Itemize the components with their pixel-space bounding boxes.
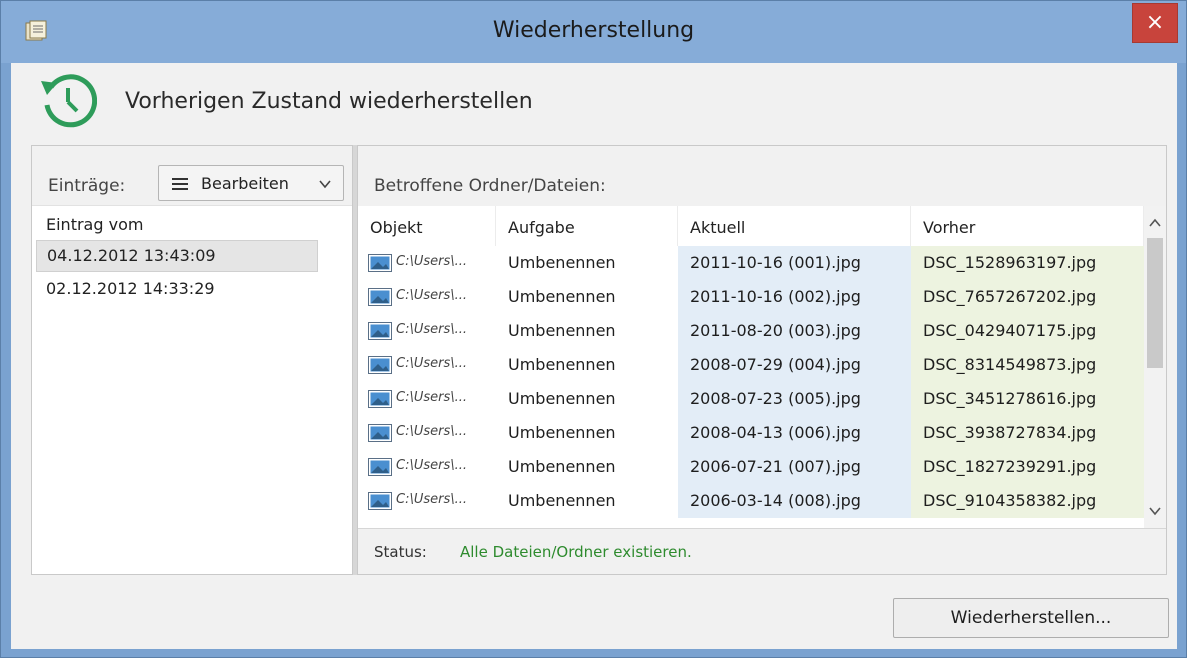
entries-panel: Einträge: Bearbeiten Eintrag vom 04.12.2… bbox=[31, 145, 353, 575]
title-bar[interactable]: Wiederherstellung × bbox=[1, 1, 1186, 63]
table-row[interactable]: C:\Users\... Umbenennen 2008-07-23 (005).j… bbox=[358, 382, 1144, 416]
edit-dropdown-button[interactable]: Bearbeiten bbox=[158, 165, 344, 201]
files-table: Objekt Aufgabe Aktuell Vorher C:\Users\.… bbox=[358, 206, 1166, 528]
table-row[interactable]: C:\Users\... Umbenennen 2011-10-16 (002).j… bbox=[358, 280, 1144, 314]
previous-name-cell: DSC_8314549873.jpg bbox=[911, 348, 1144, 382]
object-cell: C:\Users\... bbox=[358, 348, 496, 382]
object-path: C:\Users\... bbox=[396, 322, 468, 337]
image-file-icon bbox=[368, 356, 392, 374]
image-file-icon bbox=[368, 322, 392, 340]
previous-name-cell: DSC_1528963197.jpg bbox=[911, 246, 1144, 280]
close-button[interactable]: × bbox=[1132, 3, 1178, 43]
object-cell: C:\Users\... bbox=[358, 382, 496, 416]
task-cell: Umbenennen bbox=[508, 389, 616, 408]
scroll-thumb[interactable] bbox=[1147, 238, 1163, 368]
affected-files-title: Betroffene Ordner/Dateien: bbox=[374, 176, 606, 196]
image-file-icon bbox=[368, 254, 392, 272]
object-cell: C:\Users\... bbox=[358, 484, 496, 518]
restore-dialog: Wiederherstellung × Vorherigen Zustand w… bbox=[0, 0, 1187, 658]
object-cell: C:\Users\... bbox=[358, 450, 496, 484]
previous-name-cell: DSC_7657267202.jpg bbox=[911, 280, 1144, 314]
task-cell: Umbenennen bbox=[508, 321, 616, 340]
object-path: C:\Users\... bbox=[396, 424, 468, 439]
entries-label: Einträge: bbox=[48, 176, 126, 196]
image-file-icon bbox=[368, 288, 392, 306]
vertical-scrollbar[interactable] bbox=[1144, 206, 1166, 528]
object-path: C:\Users\... bbox=[396, 254, 468, 269]
entries-toolbar: Einträge: Bearbeiten bbox=[32, 146, 352, 206]
dialog-body: Vorherigen Zustand wiederherstellen Eint… bbox=[11, 63, 1177, 649]
status-bar: Status: Alle Dateien/Ordner existieren. bbox=[358, 528, 1166, 574]
column-header-task[interactable]: Aufgabe bbox=[496, 206, 678, 246]
column-header-current[interactable]: Aktuell bbox=[678, 206, 911, 246]
image-file-icon bbox=[368, 424, 392, 442]
task-cell: Umbenennen bbox=[508, 491, 616, 510]
image-file-icon bbox=[368, 390, 392, 408]
current-name-cell: 2006-07-21 (007).jpg bbox=[678, 450, 911, 484]
object-cell: C:\Users\... bbox=[358, 246, 496, 280]
task-cell: Umbenennen bbox=[508, 355, 616, 374]
header-title: Vorherigen Zustand wiederherstellen bbox=[125, 89, 533, 114]
previous-name-cell: DSC_0429407175.jpg bbox=[911, 314, 1144, 348]
object-path: C:\Users\... bbox=[396, 492, 468, 507]
scroll-down-icon[interactable] bbox=[1149, 506, 1161, 516]
column-header-object[interactable]: Objekt bbox=[358, 206, 496, 246]
current-name-cell: 2011-10-16 (001).jpg bbox=[678, 246, 911, 280]
current-name-cell: 2011-08-20 (003).jpg bbox=[678, 314, 911, 348]
history-icon bbox=[41, 74, 97, 128]
restore-button[interactable]: Wiederherstellen... bbox=[893, 598, 1169, 638]
task-cell: Umbenennen bbox=[508, 253, 616, 272]
task-cell: Umbenennen bbox=[508, 457, 616, 476]
column-header-previous[interactable]: Vorher bbox=[911, 206, 1144, 246]
table-row[interactable]: C:\Users\... Umbenennen 2011-10-16 (001).j… bbox=[358, 246, 1144, 280]
scroll-up-icon[interactable] bbox=[1149, 218, 1161, 228]
entries-column-header[interactable]: Eintrag vom bbox=[32, 207, 317, 239]
current-name-cell: 2011-10-16 (002).jpg bbox=[678, 280, 911, 314]
object-path: C:\Users\... bbox=[396, 390, 468, 405]
object-path: C:\Users\... bbox=[396, 356, 468, 371]
list-item[interactable]: 04.12.2012 13:43:09 bbox=[36, 240, 318, 272]
table-row[interactable]: C:\Users\... Umbenennen 2008-04-13 (006).j… bbox=[358, 416, 1144, 450]
current-name-cell: 2008-07-23 (005).jpg bbox=[678, 382, 911, 416]
object-cell: C:\Users\... bbox=[358, 280, 496, 314]
status-label: Status: bbox=[374, 543, 427, 561]
table-row[interactable]: C:\Users\... Umbenennen 2006-03-14 (008).j… bbox=[358, 484, 1144, 518]
image-file-icon bbox=[368, 492, 392, 510]
previous-name-cell: DSC_3451278616.jpg bbox=[911, 382, 1144, 416]
current-name-cell: 2008-07-29 (004).jpg bbox=[678, 348, 911, 382]
task-cell: Umbenennen bbox=[508, 423, 616, 442]
task-cell: Umbenennen bbox=[508, 287, 616, 306]
current-name-cell: 2006-03-14 (008).jpg bbox=[678, 484, 911, 518]
image-file-icon bbox=[368, 458, 392, 476]
window-title: Wiederherstellung bbox=[492, 18, 695, 43]
status-text: Alle Dateien/Ordner existieren. bbox=[460, 543, 692, 561]
edit-button-label: Bearbeiten bbox=[201, 174, 289, 193]
table-row[interactable]: C:\Users\... Umbenennen 2008-07-29 (004).j… bbox=[358, 348, 1144, 382]
previous-name-cell: DSC_3938727834.jpg bbox=[911, 416, 1144, 450]
object-cell: C:\Users\... bbox=[358, 416, 496, 450]
affected-files-panel: Betroffene Ordner/Dateien: Objekt Aufgab… bbox=[357, 145, 1167, 575]
object-cell: C:\Users\... bbox=[358, 314, 496, 348]
object-path: C:\Users\... bbox=[396, 458, 468, 473]
table-row[interactable]: C:\Users\... Umbenennen 2006-07-21 (007).j… bbox=[358, 450, 1144, 484]
previous-name-cell: DSC_9104358382.jpg bbox=[911, 484, 1144, 518]
previous-name-cell: DSC_1827239291.jpg bbox=[911, 450, 1144, 484]
object-path: C:\Users\... bbox=[396, 288, 468, 303]
menu-icon bbox=[172, 178, 188, 190]
list-item[interactable]: 02.12.2012 14:33:29 bbox=[36, 274, 318, 306]
chevron-down-icon bbox=[319, 180, 331, 189]
current-name-cell: 2008-04-13 (006).jpg bbox=[678, 416, 911, 450]
table-row[interactable]: C:\Users\... Umbenennen 2011-08-20 (003).j… bbox=[358, 314, 1144, 348]
